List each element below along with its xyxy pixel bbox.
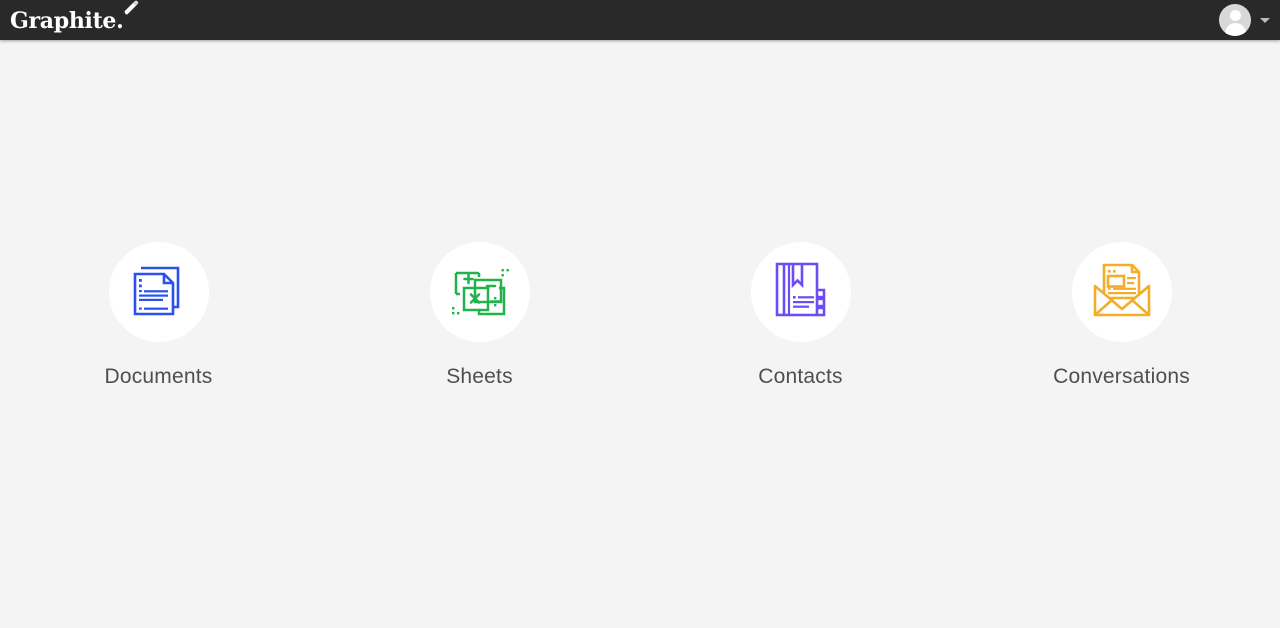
app-tile-conversations[interactable]: Conversations bbox=[961, 241, 1280, 388]
contacts-icon-circle bbox=[750, 241, 851, 342]
app-label-contacts: Contacts bbox=[758, 364, 843, 388]
app-tile-documents[interactable]: Documents bbox=[0, 241, 319, 388]
header-account-area[interactable] bbox=[1219, 4, 1280, 36]
sheets-icon bbox=[448, 257, 512, 326]
app-label-sheets: Sheets bbox=[446, 364, 513, 388]
chevron-down-icon[interactable] bbox=[1260, 17, 1270, 23]
conversations-icon bbox=[1089, 258, 1155, 325]
documents-icon bbox=[128, 258, 190, 325]
app-label-conversations: Conversations bbox=[1053, 364, 1190, 388]
sheets-icon-circle bbox=[429, 241, 530, 342]
top-header-bar: Graphite. bbox=[0, 0, 1280, 40]
app-launcher-grid: Documents Sheets Contacts Conversations bbox=[0, 40, 1280, 628]
avatar-body-shape bbox=[1224, 23, 1246, 36]
documents-icon-circle bbox=[108, 241, 209, 342]
app-label-documents: Documents bbox=[104, 364, 213, 388]
brand-name: Graphite. bbox=[10, 8, 124, 34]
app-tile-sheets[interactable]: Sheets bbox=[319, 241, 640, 388]
user-avatar-icon[interactable] bbox=[1219, 4, 1251, 36]
app-tile-contacts[interactable]: Contacts bbox=[640, 241, 961, 388]
conversations-icon-circle bbox=[1071, 241, 1172, 342]
pencil-icon bbox=[122, 0, 140, 18]
contacts-icon bbox=[772, 258, 830, 325]
avatar-head-shape bbox=[1229, 10, 1241, 21]
brand-logo[interactable]: Graphite. bbox=[0, 0, 142, 40]
